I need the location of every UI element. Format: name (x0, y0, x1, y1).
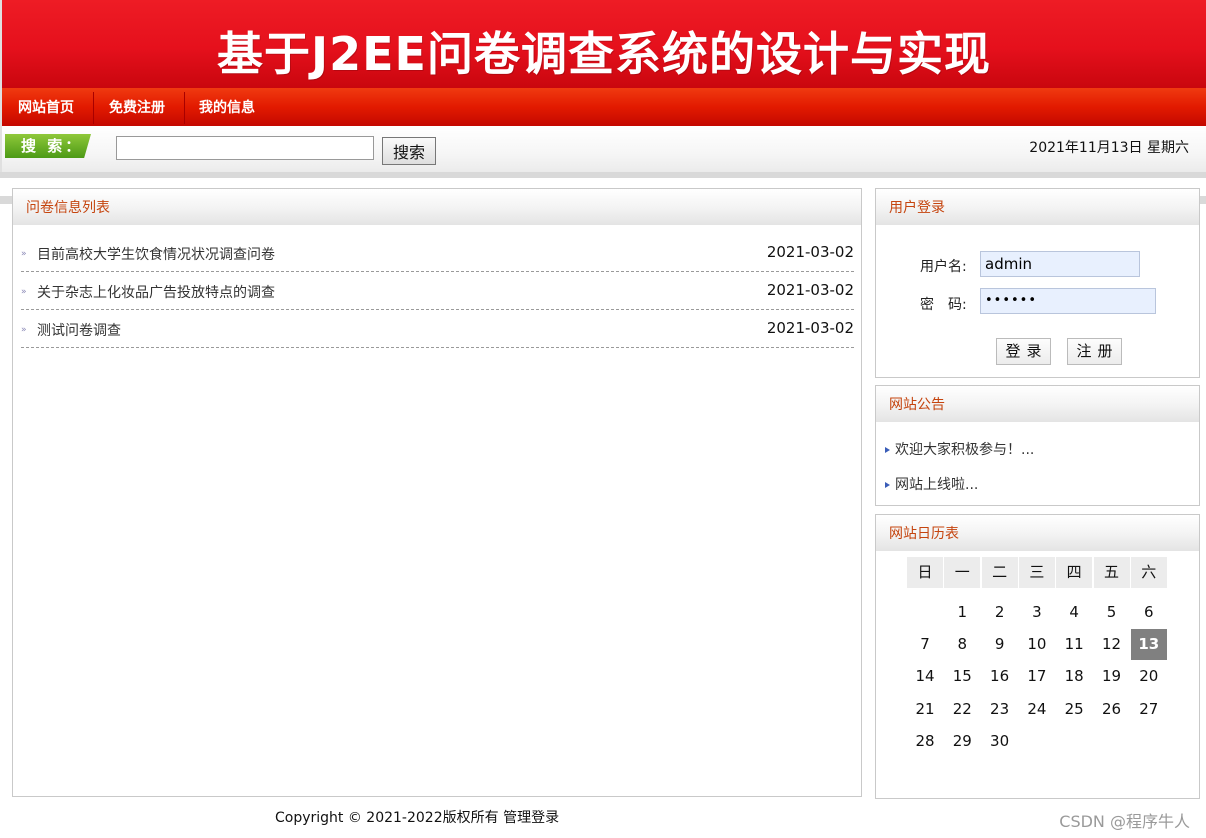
survey-date: 2021-03-02 (766, 319, 854, 337)
calendar-day[interactable]: 29 (944, 726, 980, 757)
survey-title-link[interactable]: 关于杂志上化妆品广告投放特点的调查 (37, 282, 275, 302)
calendar-day (1019, 726, 1055, 757)
side-accent (1199, 196, 1206, 204)
site-title: 基于J2EE问卷调查系统的设计与实现 (217, 27, 991, 81)
calendar-day[interactable]: 28 (907, 726, 943, 757)
survey-list-panel: 问卷信息列表 » 目前高校大学生饮食情况状况调查问卷 2021-03-02 » … (12, 188, 862, 797)
calendar-day (1056, 726, 1092, 757)
calendar-day[interactable]: 17 (1019, 661, 1055, 692)
notice-item[interactable]: 欢迎大家积极参与！... (885, 439, 1034, 459)
calendar-day[interactable]: 26 (1094, 694, 1130, 725)
register-button[interactable]: 注册 (1067, 338, 1122, 365)
double-arrow-icon: » (21, 325, 26, 335)
survey-list-item[interactable]: » 测试问卷调查 2021-03-02 (21, 310, 854, 348)
panel-title: 问卷信息列表 (13, 189, 861, 225)
password-field[interactable]: •••••• (980, 288, 1156, 314)
login-panel: 用户登录 用户名: admin 密 码: •••••• 登录 注册 (875, 188, 1200, 378)
calendar-day[interactable]: 14 (907, 661, 943, 692)
notice-text[interactable]: 网站上线啦... (895, 477, 978, 493)
calendar-weekday: 六 (1130, 557, 1167, 588)
calendar-day[interactable]: 16 (982, 661, 1018, 692)
calendar-day[interactable]: 10 (1019, 629, 1055, 660)
bullet-arrow-icon (885, 482, 890, 488)
double-arrow-icon: » (21, 287, 26, 297)
calendar-day[interactable]: 25 (1056, 694, 1092, 725)
survey-date: 2021-03-02 (766, 243, 854, 261)
survey-title-link[interactable]: 测试问卷调查 (37, 320, 121, 340)
calendar-day[interactable]: 5 (1094, 597, 1130, 628)
calendar-day (1094, 726, 1130, 757)
divider-strip (0, 172, 1206, 178)
side-accent (0, 196, 12, 204)
calendar-day[interactable]: 19 (1094, 661, 1130, 692)
survey-title-link[interactable]: 目前高校大学生饮食情况状况调查问卷 (37, 244, 275, 264)
nav-separator (184, 92, 185, 124)
calendar-day[interactable]: 30 (982, 726, 1018, 757)
survey-date: 2021-03-02 (766, 281, 854, 299)
nav-item-register[interactable]: 免费注册 (109, 88, 165, 126)
calendar-day[interactable]: 9 (982, 629, 1018, 660)
calendar-day[interactable]: 27 (1131, 694, 1167, 725)
calendar-day[interactable]: 7 (907, 629, 943, 660)
calendar-day[interactable]: 12 (1094, 629, 1130, 660)
double-arrow-icon: » (21, 249, 26, 259)
calendar-day[interactable]: 1 (944, 597, 980, 628)
calendar-weekday: 日 (907, 557, 943, 588)
password-label: 密 码: (920, 297, 967, 313)
survey-list-item[interactable]: » 目前高校大学生饮食情况状况调查问卷 2021-03-02 (21, 234, 854, 272)
panel-title: 网站日历表 (876, 515, 1199, 551)
page: 基于J2EE问卷调查系统的设计与实现 网站首页 免费注册 我的信息 搜 索： 搜… (0, 0, 1206, 838)
calendar-day[interactable]: 8 (944, 629, 980, 660)
search-button[interactable]: 搜索 (382, 137, 436, 165)
calendar-day[interactable]: 23 (982, 694, 1018, 725)
watermark: CSDN @程序牛人 (1059, 812, 1190, 831)
panel-title: 用户登录 (876, 189, 1199, 225)
footer-copyright: Copyright © 2021-2022版权所有 管理登录 (275, 810, 560, 826)
calendar-day-today[interactable]: 13 (1130, 629, 1167, 661)
nav-item-my-info[interactable]: 我的信息 (199, 88, 255, 126)
site-banner: 基于J2EE问卷调查系统的设计与实现 (0, 0, 1206, 88)
nav-separator (93, 92, 94, 124)
notice-text[interactable]: 欢迎大家积极参与！... (895, 442, 1034, 458)
panel-title: 网站公告 (876, 386, 1199, 422)
calendar-weekday: 一 (944, 557, 981, 588)
calendar-day[interactable]: 21 (907, 694, 943, 725)
calendar-day (907, 597, 943, 628)
calendar-day[interactable]: 3 (1019, 597, 1055, 628)
calendar-day[interactable]: 24 (1019, 694, 1055, 725)
calendar-day[interactable]: 2 (982, 597, 1018, 628)
search-label-tag: 搜 索： (5, 134, 91, 158)
notice-item[interactable]: 网站上线啦... (885, 474, 978, 494)
calendar-day[interactable]: 20 (1131, 661, 1167, 692)
calendar-day[interactable]: 22 (944, 694, 980, 725)
calendar-day (1131, 726, 1167, 757)
main-nav: 网站首页 免费注册 我的信息 (0, 88, 1206, 126)
calendar-weekday: 二 (981, 557, 1018, 588)
nav-item-home[interactable]: 网站首页 (18, 88, 74, 126)
username-field[interactable]: admin (980, 251, 1140, 277)
search-bar: 搜 索： 搜索 2021年11月13日 星期六 (0, 126, 1206, 172)
username-label: 用户名: (920, 259, 967, 275)
calendar-weekday: 三 (1018, 557, 1055, 588)
search-input[interactable] (116, 136, 374, 160)
calendar-day[interactable]: 6 (1131, 597, 1167, 628)
calendar-weekday: 四 (1056, 557, 1093, 588)
calendar-weekday: 五 (1093, 557, 1130, 588)
calendar-day[interactable]: 18 (1056, 661, 1092, 692)
current-date: 2021年11月13日 星期六 (1029, 140, 1189, 156)
bullet-arrow-icon (885, 447, 890, 453)
calendar-day[interactable]: 4 (1056, 597, 1092, 628)
survey-list-item[interactable]: » 关于杂志上化妆品广告投放特点的调查 2021-03-02 (21, 272, 854, 310)
calendar-day[interactable]: 11 (1056, 629, 1092, 660)
notice-panel: 网站公告 欢迎大家积极参与！... 网站上线啦... (875, 385, 1200, 506)
calendar-day[interactable]: 15 (944, 661, 980, 692)
login-button[interactable]: 登录 (996, 338, 1051, 365)
